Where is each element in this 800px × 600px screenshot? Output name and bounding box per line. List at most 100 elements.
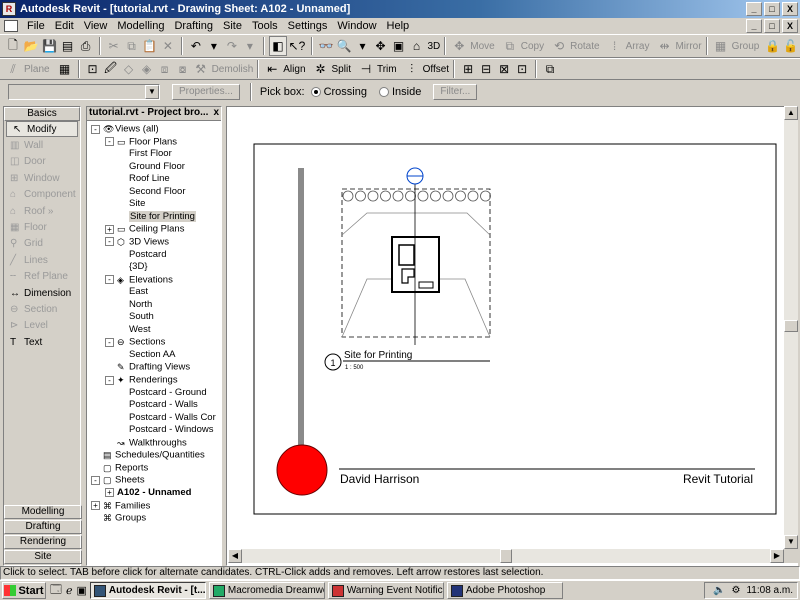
tree-node[interactable]: Site for Printing bbox=[129, 210, 196, 224]
scroll-left-icon[interactable]: ◀ bbox=[228, 549, 242, 563]
inside-label[interactable]: Inside bbox=[392, 86, 421, 98]
tree-node[interactable]: - ⊖ Sections bbox=[105, 336, 165, 349]
tree-node[interactable]: ↝ Walkthroughs bbox=[105, 437, 187, 450]
view-3d-button[interactable]: 3D bbox=[427, 41, 440, 52]
tree-node[interactable]: Second Floor bbox=[129, 186, 186, 199]
align-icon[interactable]: ⇤ bbox=[263, 59, 281, 79]
minimize-button[interactable]: _ bbox=[746, 2, 762, 16]
tree-node[interactable]: - ⬡ 3D Views bbox=[105, 236, 169, 249]
tree-node[interactable]: Roof Line bbox=[129, 173, 170, 186]
rotate-icon[interactable]: ⟲ bbox=[550, 36, 568, 56]
undo-dropdown-icon[interactable]: ▾ bbox=[205, 36, 223, 56]
tree-node[interactable]: Postcard - Walls Cor bbox=[129, 412, 216, 425]
group-button[interactable]: Group bbox=[732, 41, 760, 52]
zoom-icon[interactable]: 🔍 bbox=[335, 36, 353, 56]
demolish-icon[interactable]: ⚒ bbox=[192, 59, 210, 79]
scroll-down-icon[interactable]: ▼ bbox=[784, 535, 798, 549]
close-icon[interactable]: x bbox=[213, 107, 221, 120]
menu-edit[interactable]: Edit bbox=[50, 20, 79, 32]
collapse-icon[interactable]: - bbox=[105, 375, 114, 385]
design-bar-item-window[interactable]: ⊞ Window bbox=[4, 170, 80, 186]
collapse-icon[interactable]: - bbox=[105, 275, 114, 285]
tree-node[interactable]: - ◈ Elevations bbox=[105, 274, 173, 287]
design-bar-item-component[interactable]: ⌂ Component bbox=[4, 187, 80, 203]
tree-node[interactable]: ▢ Reports bbox=[91, 462, 148, 475]
horizontal-scrollbar[interactable]: ◀ ▶ bbox=[228, 549, 784, 563]
collapse-icon[interactable]: - bbox=[105, 237, 114, 247]
tile-icon[interactable]: ⊞ bbox=[459, 59, 477, 79]
speaker-icon[interactable]: 🔈 bbox=[713, 585, 725, 596]
doc-minimize-button[interactable]: _ bbox=[746, 19, 762, 33]
collapse-icon[interactable]: - bbox=[105, 137, 114, 147]
design-bar-item-ref-plane[interactable]: ╌ Ref Plane bbox=[4, 269, 80, 285]
design-bar-tab-site[interactable]: Site bbox=[4, 550, 82, 564]
copy-tool-icon[interactable]: ⧉ bbox=[501, 36, 519, 56]
horizontal-scroll-thumb[interactable] bbox=[500, 549, 512, 563]
design-bar-item-modify[interactable]: ↖ Modify bbox=[6, 121, 78, 138]
chevron-down-icon[interactable]: ▼ bbox=[145, 85, 159, 99]
tree-node[interactable]: North bbox=[129, 299, 152, 312]
menu-view[interactable]: View bbox=[79, 20, 113, 32]
unjoin-icon[interactable]: ⧇ bbox=[174, 59, 192, 79]
dynamic-view-icon[interactable]: ✥ bbox=[371, 36, 389, 56]
project-browser-header[interactable]: tutorial.rvt - Project bro... x bbox=[87, 107, 221, 121]
doc-restore-button[interactable]: □ bbox=[764, 19, 780, 33]
document-icon[interactable] bbox=[4, 20, 18, 32]
tree-node[interactable]: - 👁Views (all) bbox=[91, 123, 159, 136]
design-bar-item-wall[interactable]: ▥ Wall bbox=[4, 137, 80, 153]
menu-file[interactable]: File bbox=[22, 20, 50, 32]
unlock-icon[interactable]: 🔓 bbox=[782, 36, 800, 56]
array-button[interactable]: Array bbox=[626, 41, 650, 52]
redo-dropdown-icon[interactable]: ▾ bbox=[241, 36, 259, 56]
design-bar-tab-basics[interactable]: Basics bbox=[4, 107, 80, 121]
tree-node[interactable]: ✎ Drafting Views bbox=[105, 361, 190, 374]
redo-icon[interactable]: ↷ bbox=[223, 36, 241, 56]
offset-button[interactable]: Offset bbox=[423, 64, 450, 75]
tree-node[interactable]: Postcard - Windows bbox=[129, 424, 213, 437]
move-button[interactable]: Move bbox=[470, 41, 494, 52]
tree-node[interactable]: - ▢ Sheets bbox=[91, 474, 145, 487]
save-icon[interactable]: 💾 bbox=[40, 36, 58, 56]
array-icon[interactable]: ⁞ bbox=[606, 36, 624, 56]
mirror-icon[interactable]: ⇹ bbox=[655, 36, 673, 56]
paint-icon[interactable]: ◇ bbox=[120, 59, 138, 79]
design-bar-item-floor[interactable]: ▦ Floor bbox=[4, 219, 80, 235]
crossing-label[interactable]: Crossing bbox=[324, 86, 367, 98]
print-preview-icon[interactable]: ▤ bbox=[59, 36, 77, 56]
split-button[interactable]: Split bbox=[332, 64, 351, 75]
collapse-icon[interactable]: - bbox=[91, 124, 100, 134]
tree-node[interactable]: West bbox=[129, 324, 150, 337]
cascade-icon[interactable]: ⊟ bbox=[477, 59, 495, 79]
revit-app-icon[interactable]: R bbox=[2, 2, 16, 16]
grid-toggle-icon[interactable]: ▦ bbox=[56, 59, 74, 79]
design-bar-item-dimension[interactable]: ↔ Dimension bbox=[4, 285, 80, 301]
vertical-scroll-thumb[interactable] bbox=[784, 320, 798, 332]
expand-icon[interactable]: + bbox=[91, 501, 100, 510]
task-photoshop[interactable]: Adobe Photoshop bbox=[446, 582, 563, 599]
collapse-icon[interactable]: - bbox=[105, 337, 114, 347]
task-revit[interactable]: Autodesk Revit - [t... bbox=[89, 582, 206, 599]
sheet-canvas[interactable]: 1 Site for Printing 1 : 500 David Harris… bbox=[227, 107, 785, 550]
split-icon[interactable]: ✲ bbox=[312, 59, 330, 79]
quick-launch-icon[interactable]: ▣ bbox=[76, 584, 86, 597]
inside-radio[interactable] bbox=[378, 87, 389, 97]
design-bar-item-grid[interactable]: ⚲ Grid bbox=[4, 236, 80, 252]
internet-explorer-icon[interactable]: ℯ bbox=[66, 584, 73, 597]
plane-button[interactable]: Plane bbox=[24, 64, 50, 75]
split-face-icon[interactable]: ◈ bbox=[138, 59, 156, 79]
properties-button[interactable]: Properties... bbox=[172, 84, 240, 100]
design-bar-tab-drafting[interactable]: Drafting bbox=[4, 520, 82, 534]
delete-icon[interactable]: ✕ bbox=[159, 36, 177, 56]
design-bar-tab-modelling[interactable]: Modelling bbox=[4, 505, 82, 519]
filter-button[interactable]: Filter... bbox=[433, 84, 478, 100]
clock[interactable]: 11:08 a.m. bbox=[746, 585, 793, 596]
design-bar-item-lines[interactable]: ╱ Lines bbox=[4, 252, 80, 268]
tree-node[interactable]: + A102 - Unnamed bbox=[105, 487, 191, 500]
tree-node[interactable]: + ⌘ Families bbox=[91, 500, 150, 513]
undo-icon[interactable]: ↶ bbox=[187, 36, 205, 56]
design-bar-item-door[interactable]: ◫ Door bbox=[4, 154, 80, 170]
task-warning-event[interactable]: Warning Event Notific... bbox=[327, 582, 444, 599]
window-arrange-icon[interactable]: ⧉ bbox=[541, 59, 559, 79]
design-bar-item-section[interactable]: ⊖ Section bbox=[4, 301, 80, 317]
maximize-button[interactable]: □ bbox=[764, 2, 780, 16]
